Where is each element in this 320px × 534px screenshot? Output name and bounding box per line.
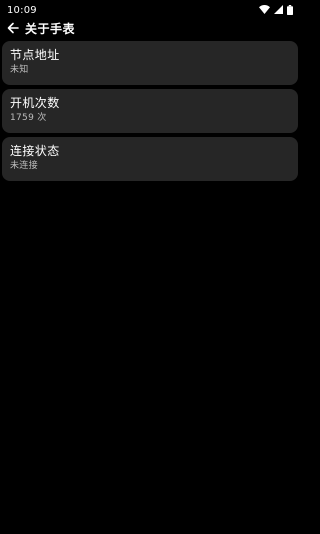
signal-icon bbox=[274, 5, 283, 14]
list-item-title: 连接状态 bbox=[10, 144, 60, 158]
list-item-subtitle: 未连接 bbox=[10, 161, 38, 171]
back-button[interactable] bbox=[5, 20, 21, 36]
info-list: 节点地址 未知 开机次数 1759 次 连接状态 未连接 bbox=[2, 41, 298, 185]
app-bar: 关于手表 bbox=[0, 17, 300, 39]
list-item-subtitle: 未知 bbox=[10, 65, 29, 75]
list-item-connection-status[interactable]: 连接状态 未连接 bbox=[2, 137, 298, 181]
status-time: 10:09 bbox=[7, 4, 37, 16]
back-arrow-icon bbox=[7, 19, 19, 38]
list-item-title: 开机次数 bbox=[10, 96, 60, 110]
wifi-icon bbox=[259, 5, 270, 14]
status-icons bbox=[259, 4, 293, 15]
list-item-subtitle: 1759 次 bbox=[10, 113, 47, 123]
list-item-title: 节点地址 bbox=[10, 48, 60, 62]
list-item-boot-count[interactable]: 开机次数 1759 次 bbox=[2, 89, 298, 133]
page-title: 关于手表 bbox=[25, 21, 76, 36]
status-bar: 10:09 bbox=[0, 0, 300, 16]
battery-icon bbox=[287, 4, 293, 15]
list-item-node-address[interactable]: 节点地址 未知 bbox=[2, 41, 298, 85]
